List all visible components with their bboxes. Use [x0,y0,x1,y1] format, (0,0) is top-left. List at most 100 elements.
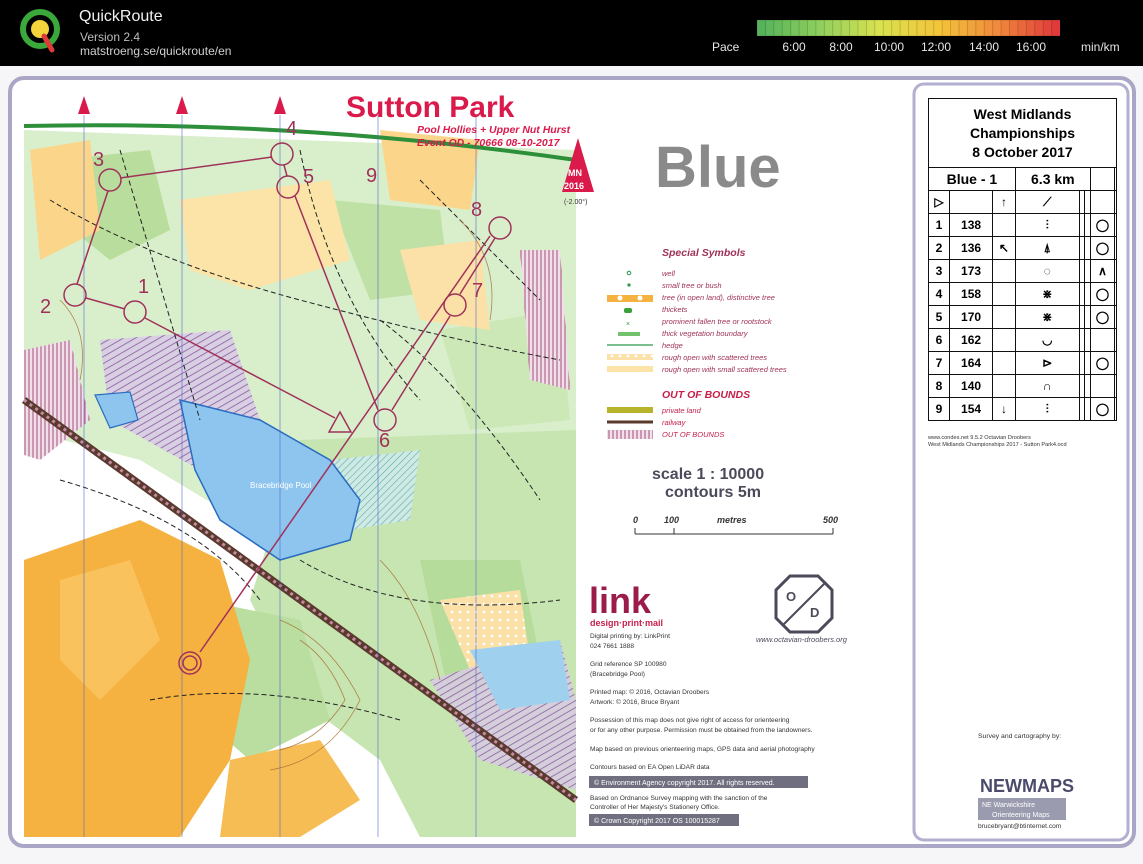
cd-course: Blue - 1 [928,167,1016,191]
pace-segment [757,20,767,36]
cd-length: 6.3 km [1014,167,1091,191]
pace-segment [966,20,977,36]
svg-text:×: × [626,321,630,328]
pace-segment [1042,20,1053,36]
control-number: 8 [471,199,482,221]
pace-tick: 10:00 [873,40,905,54]
credit-text: 024 7661 1888 [590,643,634,650]
control-description-table: West Midlands Championships 8 October 20… [928,98,1117,421]
declination: (-2.00°) [564,198,587,206]
legend-item: tree (in open land), distinctive tree [662,293,775,302]
credit-text: Map based on previous orienteering maps,… [590,746,815,753]
pace-tick: 8:00 [829,40,853,54]
svg-text:O: O [786,589,796,604]
pace-tick: 14:00 [968,40,1000,54]
control-number: 5 [303,166,314,188]
pace-segment [832,20,843,36]
control-number: 4 [286,118,297,140]
credit-text: Grid reference SP 100980 [590,661,667,668]
legend-item: railway [662,418,687,427]
scale-tick: 100 [664,515,679,525]
control-number: 9 [366,165,377,187]
pace-segment [849,20,860,36]
app-title: QuickRoute [79,8,163,25]
svg-text:D: D [810,605,819,620]
link-tagline: design·print·mail [590,618,663,628]
nw-line2: Orienteering Maps [992,812,1050,819]
credit-text: Printed map: © 2016, Octavian Droobers [590,688,710,696]
terrain [21,92,579,837]
legend-item: private land [661,406,702,415]
map-title: Sutton Park [346,91,515,124]
legend-item: well [662,269,675,278]
control-number: 3 [93,149,104,171]
cd-footer: West Midlands Championships 2017 - Sutto… [928,442,1067,448]
legend-item: rough open with scattered trees [662,353,767,362]
pace-segment [790,20,801,36]
start-triangle-icon: ▷ [928,190,950,214]
pace-segment [764,20,775,36]
course-name-big: Blue [655,135,781,200]
pace-segment [975,20,986,36]
event-info: Event OD - 70666 08-10-2017 [417,137,561,149]
scale-line2: contours 5m [665,484,761,501]
pace-segment [773,20,784,36]
pace-segment [891,20,902,36]
credit-text: or for any other purpose. Permission mus… [590,727,813,734]
control-number: 2 [40,296,51,318]
legend-item: thick vegetation boundary [662,329,749,338]
scale-tick: metres [717,515,747,525]
pace-segment [983,20,994,36]
pace-segment [950,20,960,36]
pace-segment [1051,20,1060,36]
control-number: 6 [379,430,390,452]
newmaps-logo: NEWMAPS [980,776,1074,796]
credit-text: Controller of Her Majesty's Stationery O… [590,804,720,811]
app-version: Version 2.4 [80,30,141,44]
pace-tick: 12:00 [920,40,952,54]
pace-segment [941,20,952,36]
scale-tick: 500 [823,515,838,525]
pace-segment [874,20,885,36]
pace-segment [916,20,927,36]
cd-footer: www.condes.net 9.5.2 Octavian Droobers [927,435,1031,441]
pace-segment [933,20,944,36]
pace-segment [1034,20,1045,36]
pace-segment [840,20,851,36]
pace-label: Pace [712,40,740,54]
pace-segment [1009,20,1019,36]
pace-segment [1000,20,1011,36]
app-header: QuickRoute Version 2.4 matstroeng.se/qui… [0,0,1143,66]
water-label: Bracebridge Pool [250,481,312,490]
legend-item: small tree or bush [662,281,722,290]
pace-tick: 6:00 [782,40,806,54]
control-number: 1 [138,276,149,298]
map-subtitle: Pool Hollies + Upper Nut Hurst [417,124,571,136]
map-viewport[interactable]: 1 2 3 4 5 6 7 8 9 Sutton Park Pool Holli… [0,66,1143,864]
pace-segment [865,20,876,36]
app-url[interactable]: matstroeng.se/quickroute/en [80,44,231,58]
pace-segment [992,20,1003,36]
legend-item: prominent fallen tree or rootstock [661,317,773,326]
scale-line1: scale 1 : 10000 [652,466,764,483]
env-agency-text: © Environment Agency copyright 2017. All… [594,779,775,787]
octavian-droobers-logo [774,574,834,634]
survey-credit: Survey and cartography by: [978,733,1061,740]
legend-item: OUT OF BOUNDS [662,430,724,439]
north-year: 2016 [564,181,584,191]
control-number: 7 [472,280,483,302]
credit-text: Possession of this map does not give rig… [590,717,790,724]
quickroute-logo-icon [20,9,60,53]
credit-text: Based on Ordnance Survey mapping with th… [590,795,768,802]
pace-segment [899,20,910,36]
credit-text: Artwork: © 2016, Bruce Bryant [590,698,679,706]
pace-color-bar [757,20,1060,36]
nw-line1: NE Warwickshire [982,802,1035,809]
pace-unit: min/km [1081,40,1120,54]
pace-segment [908,20,918,36]
legend-item: thickets [662,305,688,314]
pace-segment [1017,20,1028,36]
pace-segment [958,20,969,36]
pace-segment [857,20,868,36]
pace-tick: 16:00 [1015,40,1047,54]
